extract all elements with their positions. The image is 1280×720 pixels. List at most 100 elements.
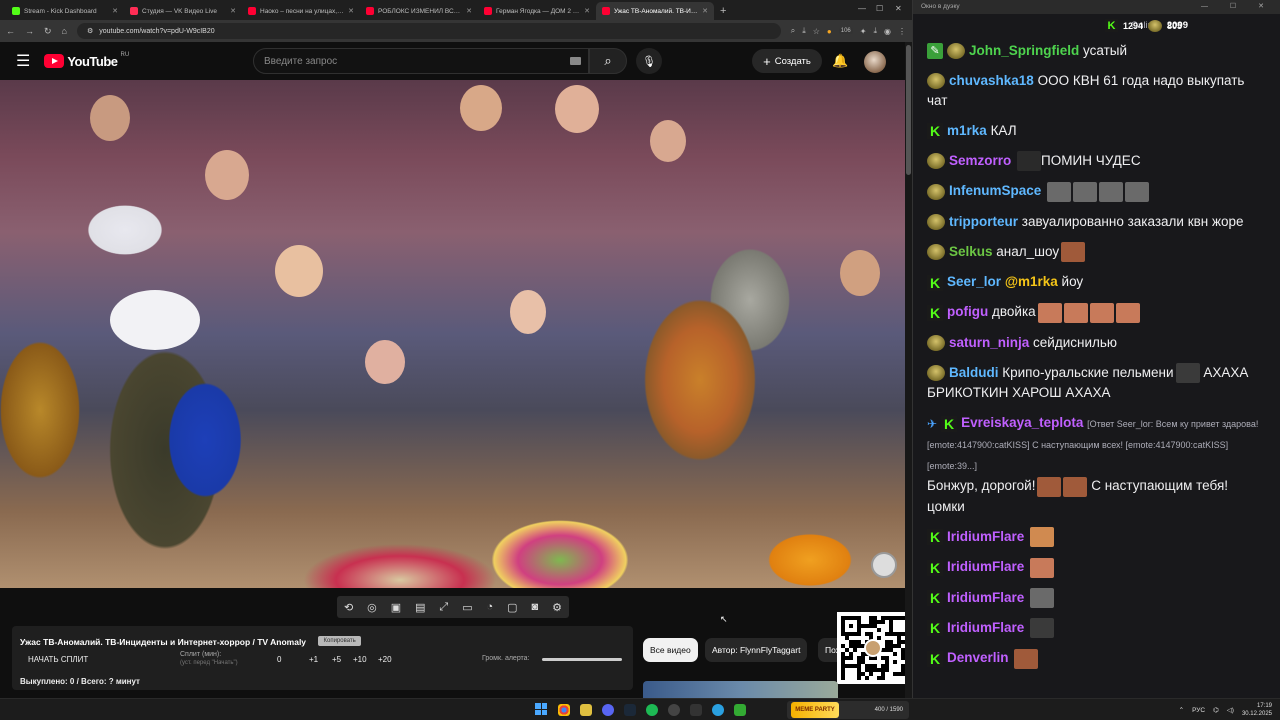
chat-username[interactable]: IridiumFlare (947, 620, 1024, 635)
browser-tab[interactable]: Наоко – песни на улицах, арт ✕ (242, 2, 360, 20)
extension-badge-icon[interactable]: 106 (838, 28, 853, 34)
browser-tab[interactable]: РОБЛОКС ИЗМЕНИЛ ВСЮ МОЮ ✕ (360, 2, 478, 20)
address-bar[interactable]: ⚙ youtube.com/watch?v=pdU-W9cIB20 (76, 23, 781, 39)
search-input[interactable]: Введите запрос (253, 48, 589, 74)
media-widget[interactable]: MEME PARTY 400 / 1590 (787, 701, 909, 719)
chat-username[interactable]: Baldudi (949, 365, 999, 380)
volume-icon[interactable]: ◁) (1227, 706, 1234, 714)
browser-tab[interactable]: Студия — VK Видео Live ✕ (124, 2, 242, 20)
tab-close-icon[interactable]: ✕ (348, 7, 354, 15)
create-button[interactable]: + Создать (752, 49, 822, 73)
tab-close-icon[interactable]: ✕ (584, 7, 590, 15)
chip-author[interactable]: Автор: FlynnFlyTaggart (705, 638, 808, 662)
chat-username[interactable]: IridiumFlare (947, 590, 1024, 605)
discord-icon[interactable] (602, 704, 614, 716)
chat-username[interactable]: saturn_ninja (949, 335, 1029, 350)
increment-button[interactable]: +5 (332, 655, 341, 664)
increment-button[interactable]: +10 (353, 655, 367, 664)
expand-icon[interactable]: ⤢ (439, 601, 448, 614)
explorer-icon[interactable] (580, 704, 592, 716)
cinema-icon[interactable]: ▣ (391, 601, 401, 614)
zoom-icon[interactable]: ⌕ (791, 26, 795, 36)
browser-tab[interactable]: Ужас ТВ-Аномалий. ТВ-Ин... ✕ (596, 2, 714, 20)
reload-icon[interactable]: ↻ (44, 26, 52, 37)
chat-username[interactable]: John_Springfield (969, 43, 1079, 58)
chat-username[interactable]: pofigu (947, 304, 988, 319)
theater-icon[interactable]: ▭ (462, 601, 472, 614)
tab-close-icon[interactable]: ✕ (702, 7, 708, 15)
voice-search-button[interactable]: 🎙 (636, 48, 662, 74)
steam-icon[interactable] (624, 704, 636, 716)
channel-watermark[interactable] (871, 552, 897, 578)
chat-username[interactable]: IridiumFlare (947, 529, 1024, 544)
bookmark-star-icon[interactable]: ☆ (813, 27, 820, 36)
site-info-icon[interactable]: ⚙ (87, 27, 93, 35)
language-indicator[interactable]: РУС (1192, 707, 1205, 714)
chat-window-controls[interactable]: — ☐ ✕ (1201, 2, 1274, 10)
increment-button[interactable]: +20 (378, 655, 392, 664)
close-window-icon[interactable]: ✕ (895, 4, 902, 13)
loop-icon[interactable]: ⟲ (344, 601, 353, 614)
network-icon[interactable]: ⌬ (1213, 706, 1219, 714)
user-avatar[interactable] (864, 51, 886, 73)
audio-icon[interactable]: ◎ (367, 601, 377, 614)
video-player[interactable] (0, 80, 905, 588)
maximize-icon[interactable]: ☐ (876, 4, 883, 13)
home-icon[interactable]: ⌂ (62, 26, 67, 36)
windows-start-icon[interactable] (535, 703, 547, 715)
tab-close-icon[interactable]: ✕ (230, 7, 236, 15)
extension-orange-icon[interactable]: ● (827, 27, 832, 36)
hamburger-menu-icon[interactable]: ☰ (16, 51, 30, 71)
obs-icon[interactable] (668, 704, 680, 716)
chat-username[interactable]: tripporteur (949, 214, 1018, 229)
page-scrollbar[interactable] (905, 42, 912, 698)
screenshot-icon[interactable]: ◙ (532, 601, 539, 613)
alert-volume-slider[interactable] (542, 658, 622, 661)
chat-username[interactable]: Denverlin (947, 650, 1009, 665)
puzzle-icon[interactable]: ✦ (860, 27, 867, 36)
chat-username[interactable]: Semzorro (949, 153, 1011, 168)
tray-up-icon[interactable]: ⌃ (1179, 706, 1184, 714)
install-icon[interactable]: ⤓ (802, 26, 806, 36)
app-green-icon[interactable] (734, 704, 746, 716)
film-icon[interactable]: ▤ (415, 601, 425, 614)
telegram-icon[interactable] (712, 704, 724, 716)
forward-icon[interactable]: → (25, 26, 34, 36)
chip-all-videos[interactable]: Все видео (643, 638, 698, 662)
clock[interactable]: 17:19 30.12.2025 (1242, 702, 1272, 718)
app-icon[interactable] (690, 704, 702, 716)
chat-username[interactable]: Seer_lor (947, 274, 1001, 289)
chat-username[interactable]: Selkus (949, 244, 993, 259)
settings-gear-icon[interactable]: ⚙ (552, 601, 562, 614)
copy-button[interactable]: Копировать (318, 635, 361, 646)
chat-username[interactable]: IridiumFlare (947, 559, 1024, 574)
chat-username[interactable]: InfenumSpace (949, 183, 1041, 198)
scrollbar-thumb[interactable] (906, 45, 911, 175)
downloads-icon[interactable]: ⤓ (873, 26, 877, 36)
minimize-icon[interactable]: — (858, 4, 866, 13)
profile-icon[interactable]: ◉ (884, 27, 891, 36)
chat-mention[interactable]: @m1rka (1005, 274, 1058, 289)
chat-username[interactable]: chuvashka18 (949, 73, 1034, 88)
increment-button[interactable]: +1 (309, 655, 318, 664)
youtube-logo[interactable]: YouTube RU (44, 52, 129, 69)
tab-close-icon[interactable]: ✕ (466, 7, 472, 15)
pip-icon[interactable]: ▢ (507, 601, 517, 614)
keyboard-icon[interactable] (570, 57, 581, 65)
chat-username[interactable]: m1rka (947, 123, 987, 138)
chat-username[interactable]: Evreiskaya_teplota (961, 415, 1083, 430)
back-icon[interactable]: ← (6, 26, 15, 36)
recommended-video-thumbnail[interactable] (643, 681, 838, 698)
notifications-bell-icon[interactable]: 🔔 (832, 53, 848, 69)
start-split-button[interactable]: НАЧАТЬ СПЛИТ (28, 655, 88, 664)
speed-icon[interactable]: ◔ (487, 601, 494, 613)
chrome-icon[interactable] (558, 704, 570, 716)
split-value-input[interactable]: 0 (277, 655, 281, 664)
browser-tab[interactable]: Герман Ягодка — ДОМ 2 и все ✕ (478, 2, 596, 20)
browser-tab[interactable]: Stream - Kick Dashboard ✕ (6, 2, 124, 20)
spotify-icon[interactable] (646, 704, 658, 716)
menu-dots-icon[interactable]: ⋮ (898, 27, 906, 36)
tab-close-icon[interactable]: ✕ (112, 7, 118, 15)
new-tab-button[interactable]: + (714, 5, 732, 20)
search-button[interactable]: ⌕ (589, 48, 627, 74)
